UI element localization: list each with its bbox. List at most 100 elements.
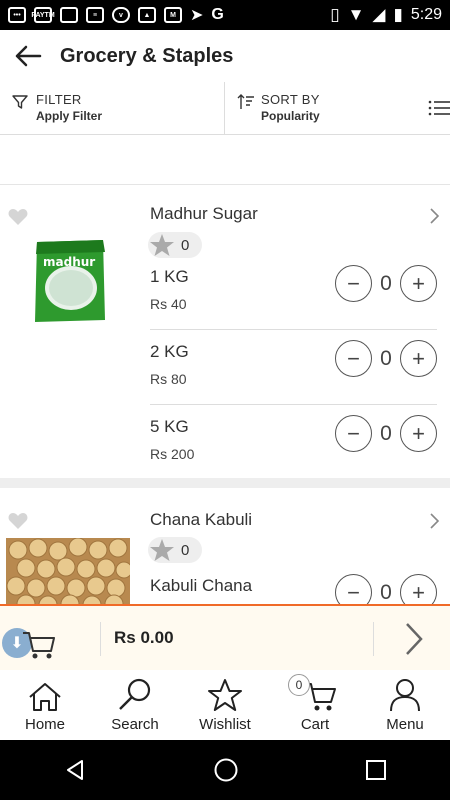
increment-button[interactable]: + [400, 574, 437, 604]
variant-price: Rs 200 [150, 446, 195, 462]
filter-icon [12, 95, 28, 109]
home-icon [29, 683, 61, 711]
variant-size: 2 KG [150, 342, 189, 361]
star-outline-icon [208, 679, 242, 711]
bottom-nav: Home Search Wishlist 0 Cart Menu [0, 670, 450, 740]
quantity-stepper: − 0 + [335, 415, 437, 452]
sort-button[interactable]: SORT BY Popularity [225, 82, 415, 134]
signal-icon: ◢ [372, 5, 386, 24]
cart-total: Rs 0.00 [114, 628, 174, 647]
product-card[interactable]: madhur Madhur Sugar 0 1 KG Rs 40 − 0 + 2… [0, 185, 450, 478]
back-button[interactable] [0, 30, 56, 82]
nav-cart[interactable]: 0 Cart [270, 670, 360, 740]
sort-label: SORT BY [261, 92, 320, 107]
nav-home[interactable]: Home [0, 670, 90, 740]
product-name: Madhur Sugar [150, 204, 258, 223]
product-card[interactable]: Chana Kabuli 0 Kabuli Chana − 0 + [0, 488, 450, 604]
nav-home-label: Home [24, 716, 65, 733]
rating-count: 0 [181, 541, 190, 559]
cart-icon[interactable] [22, 630, 56, 660]
filter-value: Apply Filter [36, 109, 103, 123]
filter-sort-bar: FILTER Apply Filter SORT BY Popularity [0, 82, 450, 135]
message-icon: ≡ [86, 7, 104, 23]
variant-row: 2 KG Rs 80 − 0 + [150, 330, 437, 405]
cart-bar-separator [373, 622, 374, 656]
image-icon: ▲ [138, 7, 156, 23]
nav-menu-label: Menu [386, 716, 424, 733]
recents-square-icon[interactable] [365, 759, 387, 781]
sort-icon [237, 94, 254, 109]
g-icon: G [211, 6, 224, 23]
variant-size: Kabuli Chana [150, 576, 253, 595]
quantity-value: 0 [380, 346, 392, 370]
nav-wishlist[interactable]: Wishlist [180, 670, 270, 740]
gmail-icon: M [164, 7, 182, 23]
decrement-button[interactable]: − [335, 340, 372, 377]
variant-price: Rs 80 [150, 371, 187, 387]
user-icon [390, 679, 420, 712]
sort-value: Popularity [261, 109, 320, 123]
chickpeas-image [6, 538, 130, 604]
wifi-icon: ▼ [347, 5, 365, 24]
square-icon [60, 7, 78, 23]
back-triangle-icon[interactable] [63, 758, 87, 782]
star-icon [150, 539, 174, 561]
page-title: Grocery & Staples [60, 44, 234, 67]
product-image[interactable] [6, 538, 130, 604]
vibrate-icon: ▯ [330, 5, 340, 24]
decrement-button[interactable]: − [335, 574, 372, 604]
quantity-stepper: − 0 + [335, 574, 437, 604]
quantity-value: 0 [380, 421, 392, 445]
decrement-button[interactable]: − [335, 265, 372, 302]
clock-time: 5:29 [410, 6, 442, 23]
chevron-right-icon[interactable] [404, 622, 424, 656]
nav-search[interactable]: Search [90, 670, 180, 740]
quantity-stepper: − 0 + [335, 340, 437, 377]
variant-row: Kabuli Chana − 0 + [150, 564, 437, 604]
nav-search-label: Search [111, 716, 159, 733]
sugar-pack-image: madhur [35, 240, 105, 322]
pack-brand-text: madhur [43, 255, 95, 269]
product-image[interactable]: madhur [33, 238, 107, 324]
chevron-right-icon[interactable] [428, 208, 440, 224]
system-nav-bar [0, 740, 450, 800]
wishlist-heart-icon[interactable] [8, 512, 28, 530]
variant-row: 5 KG Rs 200 − 0 + [150, 405, 437, 480]
nav-menu[interactable]: Menu [360, 670, 450, 740]
app-bar: Grocery & Staples [0, 30, 450, 82]
status-bar: ••• PAYTM ≡ v ▲ M ➤ G ▯ ▼ ◢ ▮ 5:29 [0, 0, 450, 30]
nav-cart-label: Cart [300, 716, 330, 733]
wishlist-heart-icon[interactable] [8, 208, 28, 226]
variant-price: Rs 40 [150, 296, 187, 312]
variant-size: 1 KG [150, 267, 189, 286]
search-icon [119, 678, 151, 710]
decrement-button[interactable]: − [335, 415, 372, 452]
card-divider [0, 478, 450, 488]
quantity-value: 0 [380, 271, 392, 295]
quantity-value: 0 [380, 580, 392, 604]
back-arrow-icon [15, 45, 42, 67]
paytm-icon: PAYTM [31, 7, 55, 23]
cart-count-badge: 0 [288, 674, 310, 696]
nav-wishlist-label: Wishlist [199, 716, 251, 733]
send-icon: ➤ [190, 7, 204, 24]
increment-button[interactable]: + [400, 340, 437, 377]
increment-button[interactable]: + [400, 415, 437, 452]
home-circle-icon[interactable] [213, 757, 239, 783]
variant-size: 5 KG [150, 417, 189, 436]
star-icon [150, 234, 174, 256]
increment-button[interactable]: + [400, 265, 437, 302]
product-name: Chana Kabuli [150, 510, 253, 529]
chevron-right-icon[interactable] [428, 513, 440, 529]
view-toggle-button[interactable] [415, 82, 450, 134]
rating-count: 0 [181, 236, 190, 254]
shield-icon: v [112, 7, 130, 23]
list-spacer [0, 135, 450, 185]
variant-row: 1 KG Rs 40 − 0 + [150, 255, 437, 330]
quantity-stepper: − 0 + [335, 265, 437, 302]
chat-icon: ••• [8, 7, 26, 23]
cart-summary-bar: ⬇ Rs 0.00 [0, 604, 450, 670]
rating-badge: 0 [148, 537, 202, 563]
cart-bar-separator [100, 622, 101, 656]
filter-button[interactable]: FILTER Apply Filter [0, 82, 225, 134]
